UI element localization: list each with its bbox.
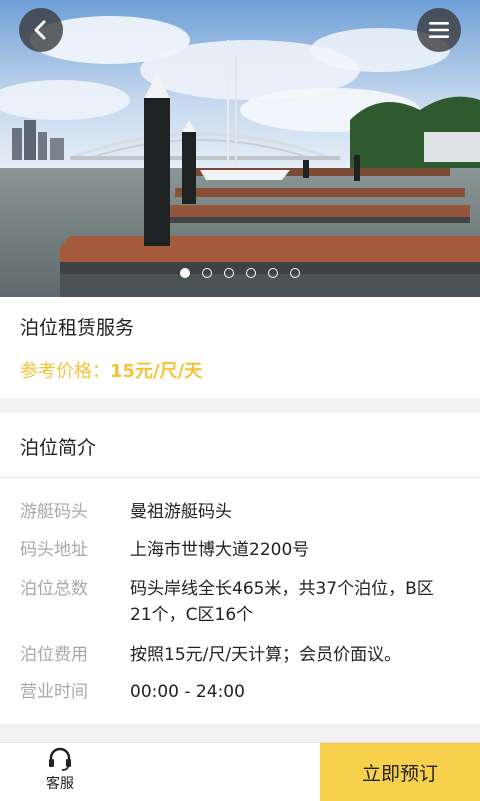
menu-icon: [429, 22, 449, 38]
info-label: 营业时间: [20, 682, 88, 702]
price-row: 参考价格：15元/尺/天: [20, 357, 202, 383]
carousel-dot[interactable]: [268, 268, 278, 278]
headset-icon: [49, 747, 71, 771]
service-title: 泊位租赁服务: [20, 317, 135, 339]
info-value: 曼祖游艇码头: [130, 502, 232, 522]
section-header: 泊位简介: [0, 413, 480, 478]
carousel-dot[interactable]: [202, 268, 212, 278]
back-button[interactable]: [19, 8, 63, 52]
price-label: 参考价格：: [20, 361, 110, 382]
banner-carousel[interactable]: [0, 0, 480, 297]
service-summary: 泊位租赁服务 参考价格：15元/尺/天: [0, 297, 480, 398]
customer-service-button[interactable]: 客服: [30, 743, 90, 801]
info-label: 码头地址: [20, 540, 88, 560]
book-now-button[interactable]: 立即预订: [320, 743, 480, 801]
carousel-dot[interactable]: [224, 268, 234, 278]
customer-service-label: 客服: [46, 776, 74, 792]
info-value: 上海市世博大道2200号: [130, 540, 310, 560]
carousel-indicator: [0, 268, 480, 278]
info-value: 按照15元/尺/天计算；会员价面议。: [130, 645, 402, 665]
info-label: 泊位总数: [20, 579, 88, 599]
info-value: 码头岸线全长465米，共37个泊位，B区21个，C区16个: [130, 579, 434, 625]
price-value: 15元/尺/天: [110, 361, 203, 382]
berth-intro-section: 泊位简介 游艇码头 曼祖游艇码头 码头地址 上海市世博大道2200号 泊位总数 …: [0, 413, 480, 724]
carousel-dot[interactable]: [246, 268, 256, 278]
section-title: 泊位简介: [20, 437, 97, 459]
info-value: 00:00 - 24:00: [130, 682, 245, 702]
menu-button[interactable]: [417, 8, 461, 52]
bottom-action-bar: 客服 立即预订: [0, 742, 480, 801]
marina-photo: [0, 0, 480, 297]
chevron-left-icon: [34, 20, 46, 40]
info-label: 泊位费用: [20, 645, 88, 665]
info-label: 游艇码头: [20, 502, 88, 522]
carousel-dot[interactable]: [290, 268, 300, 278]
carousel-dot[interactable]: [180, 268, 190, 278]
